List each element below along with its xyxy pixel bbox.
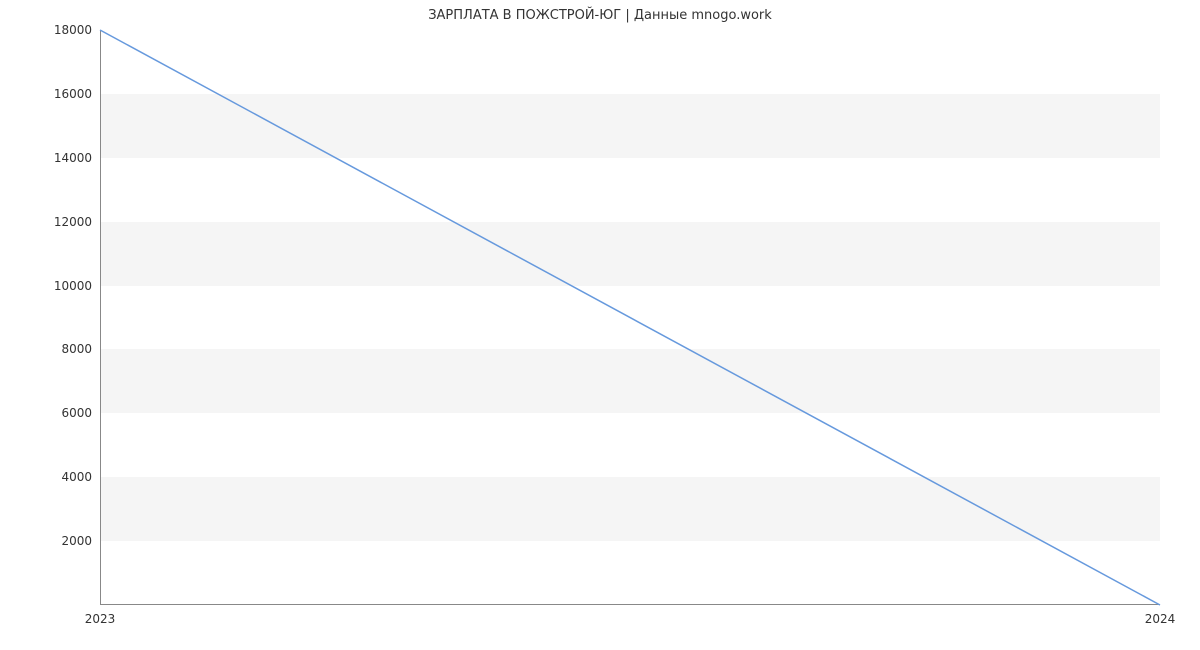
chart-container: ЗАРПЛАТА В ПОЖСТРОЙ-ЮГ | Данные mnogo.wo… bbox=[0, 0, 1200, 650]
y-tick-label: 2000 bbox=[12, 534, 92, 548]
y-tick-label: 16000 bbox=[12, 87, 92, 101]
series-line bbox=[100, 30, 1160, 605]
chart-title: ЗАРПЛАТА В ПОЖСТРОЙ-ЮГ | Данные mnogo.wo… bbox=[0, 8, 1200, 23]
line-layer bbox=[100, 30, 1160, 605]
y-tick-label: 6000 bbox=[12, 406, 92, 420]
y-tick-label: 4000 bbox=[12, 470, 92, 484]
plot-area bbox=[100, 30, 1160, 605]
x-tick-label: 2023 bbox=[85, 612, 116, 626]
y-tick-label: 14000 bbox=[12, 151, 92, 165]
x-tick-label: 2024 bbox=[1145, 612, 1176, 626]
y-tick-label: 12000 bbox=[12, 215, 92, 229]
y-tick-label: 10000 bbox=[12, 279, 92, 293]
y-tick-label: 8000 bbox=[12, 342, 92, 356]
y-tick-label: 18000 bbox=[12, 23, 92, 37]
